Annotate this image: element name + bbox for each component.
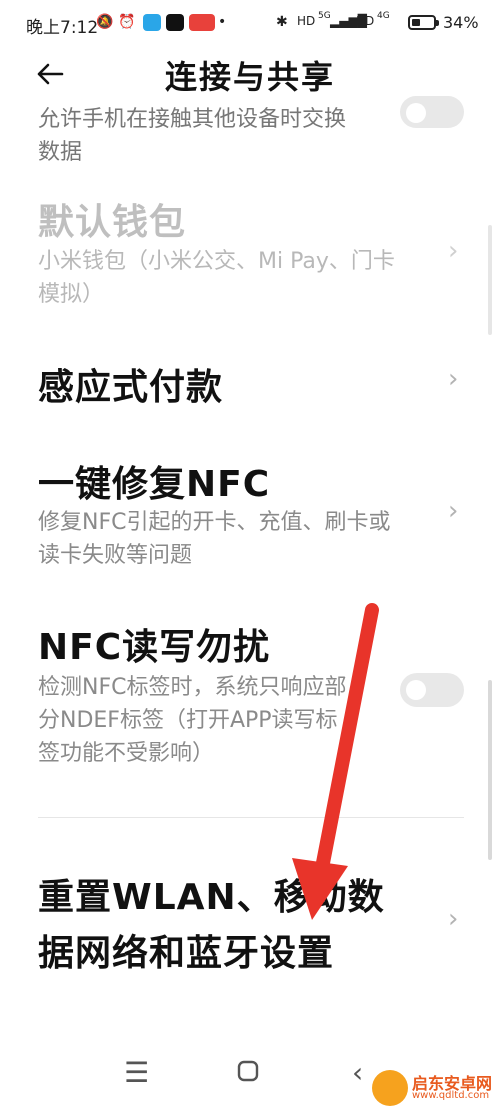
menu-icon[interactable]: ☰ <box>124 1056 149 1089</box>
home-button[interactable] <box>237 1056 259 1089</box>
watermark: 启东安卓网 www.qdltd.com <box>372 1070 500 1108</box>
home-icon <box>237 1060 259 1082</box>
watermark-url: www.qdltd.com <box>412 1090 490 1101</box>
back-nav-button[interactable]: ‹ <box>352 1056 363 1089</box>
annotation-arrow <box>292 603 379 920</box>
watermark-logo-icon <box>372 1070 408 1106</box>
